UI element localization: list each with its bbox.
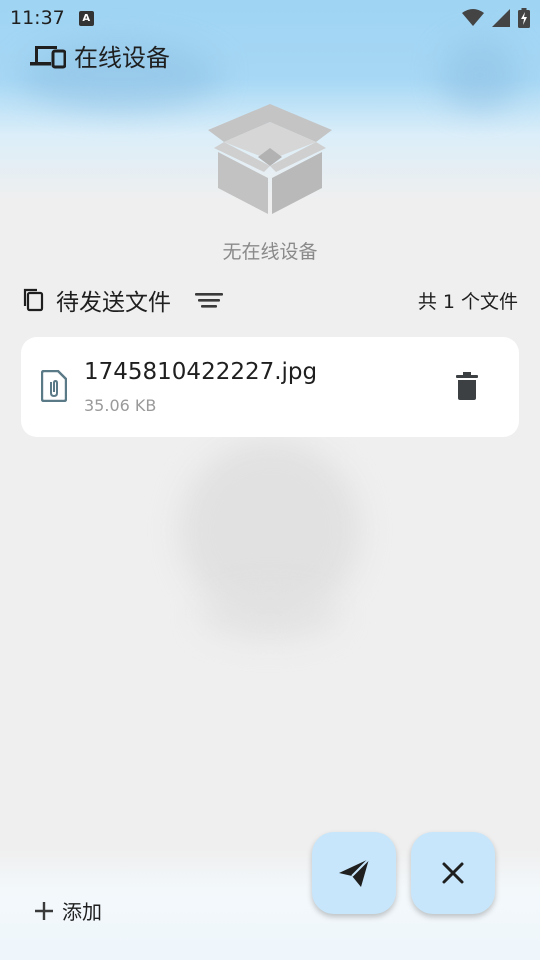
decor-blob — [200, 590, 340, 640]
file-attachment-icon — [41, 370, 67, 402]
empty-devices-text: 无在线设备 — [222, 241, 318, 263]
empty-box-icon — [208, 104, 332, 214]
status-icons — [462, 8, 530, 28]
decor-blob — [440, 40, 520, 110]
plus-icon — [35, 901, 53, 920]
signal-icon — [492, 9, 510, 27]
trash-icon — [456, 372, 478, 400]
copy-icon — [23, 288, 44, 312]
wifi-icon — [462, 9, 484, 26]
close-icon — [442, 862, 464, 884]
pending-files-title: 待发送文件 — [56, 290, 171, 316]
file-count: 共 1 个文件 — [417, 290, 518, 313]
devices-icon — [30, 45, 66, 68]
sort-icon — [195, 293, 223, 308]
devices-title: 在线设备 — [74, 44, 170, 72]
add-button[interactable]: 添加 — [34, 896, 102, 925]
pending-files-header: 待发送文件 共 1 个文件 — [22, 282, 518, 318]
delete-button[interactable] — [454, 371, 480, 405]
file-item[interactable]: 1745810422227.jpg 35.06 KB — [21, 337, 519, 437]
sort-button[interactable] — [195, 291, 223, 309]
status-time: 11:37 — [10, 7, 65, 29]
devices-header: 在线设备 — [30, 38, 170, 73]
add-label: 添加 — [62, 900, 102, 924]
send-button[interactable] — [312, 832, 396, 914]
battery-charging-icon — [518, 8, 530, 28]
status-bar: 11:37 A — [0, 0, 540, 36]
notification-badge: A — [78, 10, 94, 26]
send-icon — [339, 858, 370, 887]
file-name: 1745810422227.jpg — [84, 359, 318, 385]
status-left: 11:37 A — [10, 7, 94, 29]
file-size: 35.06 KB — [84, 396, 157, 415]
close-button[interactable] — [411, 832, 495, 914]
